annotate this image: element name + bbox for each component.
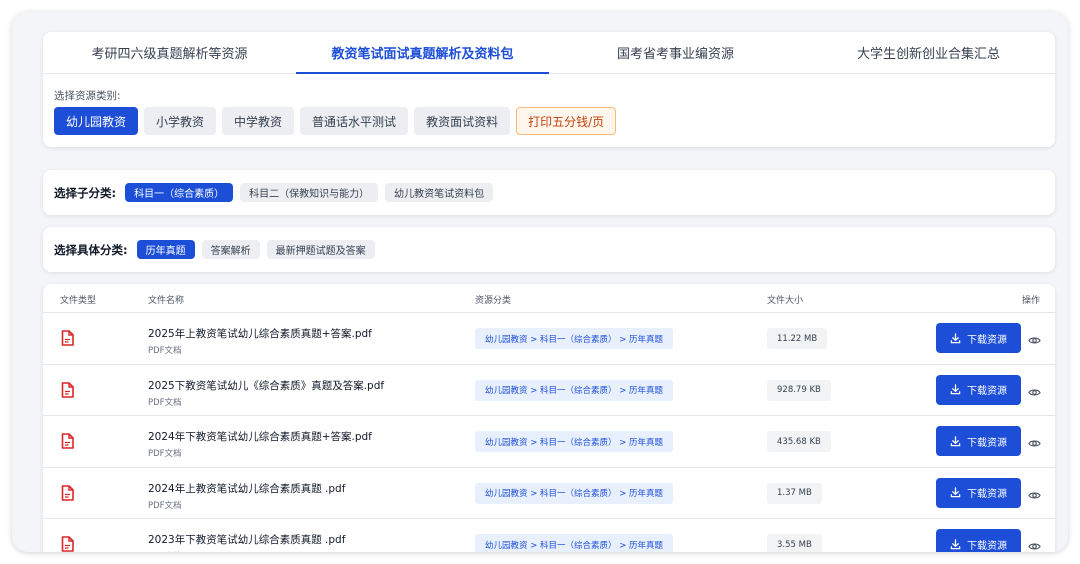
category-button-primary[interactable]: 小学教资 bbox=[144, 107, 217, 135]
file-name: 2023年下教资笔试幼儿综合素质真题 .pdf bbox=[148, 534, 346, 547]
table-row: 2023年下教资笔试幼儿综合素质真题 .pdf PDF文档 幼儿园教资 > 科目一（… bbox=[43, 519, 1055, 552]
tab-jiaozi[interactable]: 教资笔试面试真题解析及资料包 bbox=[296, 32, 549, 74]
specific-chip-past-papers[interactable]: 历年真题 bbox=[136, 240, 195, 259]
category-button-mandarin[interactable]: 普通话水平测试 bbox=[300, 107, 409, 135]
header-file-size: 文件大小 bbox=[767, 296, 804, 306]
file-name-cell: 2025下教资笔试幼儿《综合素质》真题及答案.pdf PDF文档 bbox=[148, 378, 384, 408]
download-button[interactable]: 下载资源 bbox=[936, 426, 1021, 457]
eye-icon[interactable] bbox=[1028, 538, 1041, 552]
specific-chip-answers[interactable]: 答案解析 bbox=[201, 240, 260, 259]
file-type-label: PDF文档 bbox=[148, 346, 182, 356]
file-name-cell: 2023年下教资笔试幼儿综合素质真题 .pdf PDF文档 bbox=[148, 532, 345, 552]
pdf-file-icon bbox=[61, 330, 74, 350]
download-label: 下载资源 bbox=[967, 437, 1007, 449]
table-header: 文件类型 文件名称 资源分类 文件大小 操作 bbox=[43, 284, 1055, 313]
subcategory-chip-subject2[interactable]: 科目二（保教知识与能力） bbox=[240, 183, 379, 202]
download-label: 下载资源 bbox=[967, 334, 1007, 346]
category-label: 选择资源类别: bbox=[54, 90, 121, 102]
category-path-badge: 幼儿园教资 > 科目一（综合素质） > 历年真题 bbox=[475, 482, 674, 504]
download-button[interactable]: 下载资源 bbox=[936, 323, 1021, 353]
header-file-name: 文件名称 bbox=[148, 296, 185, 306]
eye-icon[interactable] bbox=[1028, 435, 1041, 454]
resource-table: 文件类型 文件名称 资源分类 文件大小 操作 2025年上教资笔试幼儿综合素质真… bbox=[43, 284, 1055, 552]
specific-chip-predictions[interactable]: 最新押题试题及答案 bbox=[266, 240, 375, 259]
category-path-badge: 幼儿园教资 > 科目一（综合素质） > 历年真题 bbox=[475, 534, 674, 552]
specific-category-card: 选择具体分类: 历年真题 答案解析 最新押题试题及答案 bbox=[43, 227, 1055, 272]
download-label: 下载资源 bbox=[967, 540, 1007, 552]
file-type-label: PDF文档 bbox=[148, 449, 182, 460]
file-type-label: PDF文档 bbox=[148, 397, 182, 408]
file-size-badge: 1.37 MB bbox=[767, 482, 822, 504]
app-window: 考研四六级真题解析等资源 教资笔试面试真题解析及资料包 国考省考事业编资源 大学… bbox=[12, 12, 1068, 552]
table-row: 2025年上教资笔试幼儿综合素质真题+答案.pdf PDF文档 幼儿园教资 > 科目… bbox=[43, 313, 1055, 365]
category-path-badge: 幼儿园教资 > 科目一（综合素质） > 历年真题 bbox=[475, 431, 674, 453]
file-size-badge: 435.68 KB bbox=[767, 431, 831, 453]
header-file-type: 文件类型 bbox=[60, 296, 97, 306]
category-button-kindergarten[interactable]: 幼儿园教资 bbox=[54, 107, 139, 135]
pdf-file-icon bbox=[61, 536, 74, 552]
subcategory-card: 选择子分类: 科目一（综合素质） 科目二（保教知识与能力） 幼儿教资笔试资料包 bbox=[43, 170, 1055, 215]
file-name-cell: 2025年上教资笔试幼儿综合素质真题+答案.pdf PDF文档 bbox=[148, 326, 372, 356]
file-name-cell: 2024年上教资笔试幼儿综合素质真题 .pdf PDF文档 bbox=[148, 481, 345, 511]
category-path-badge: 幼儿园教资 > 科目一（综合素质） > 历年真题 bbox=[475, 328, 674, 349]
specific-category-label: 选择具体分类: bbox=[54, 242, 128, 257]
download-label: 下载资源 bbox=[967, 489, 1007, 501]
file-name-cell: 2024年下教资笔试幼儿综合素质真题+答案.pdf PDF文档 bbox=[148, 429, 372, 459]
category-path-badge: 幼儿园教资 > 科目一（综合素质） > 历年真题 bbox=[475, 379, 674, 401]
category-button-interview[interactable]: 教资面试资料 bbox=[414, 107, 511, 135]
pdf-file-icon bbox=[61, 381, 74, 402]
pdf-file-icon bbox=[61, 484, 74, 505]
file-size-badge: 928.79 KB bbox=[767, 379, 831, 401]
file-size-badge: 3.55 MB bbox=[767, 534, 822, 552]
download-icon bbox=[950, 332, 961, 344]
subcategory-chip-subject1[interactable]: 科目一（综合素质） bbox=[125, 183, 234, 202]
file-name: 2024年上教资笔试幼儿综合素质真题 .pdf bbox=[148, 482, 346, 495]
header-action: 操作 bbox=[1022, 296, 1041, 306]
eye-icon[interactable] bbox=[1028, 332, 1041, 351]
table-row: 2024年下教资笔试幼儿综合素质真题+答案.pdf PDF文档 幼儿园教资 > 科目… bbox=[43, 416, 1055, 468]
header-category: 资源分类 bbox=[475, 296, 512, 306]
subcategory-label: 选择子分类: bbox=[54, 185, 117, 200]
tab-chuangye[interactable]: 大学生创新创业合集汇总 bbox=[802, 32, 1055, 73]
tab-guokao[interactable]: 国考省考事业编资源 bbox=[549, 32, 802, 73]
download-icon bbox=[950, 384, 961, 395]
download-icon bbox=[950, 435, 961, 447]
category-buttons: 幼儿园教资 小学教资 中学教资 普通话水平测试 教资面试资料 打印五分钱/页 bbox=[54, 107, 617, 135]
download-icon bbox=[950, 487, 961, 498]
file-type-label: PDF文档 bbox=[148, 550, 345, 552]
print-service-button[interactable]: 打印五分钱/页 bbox=[516, 107, 617, 135]
download-icon bbox=[950, 539, 961, 550]
tab-kaoyan[interactable]: 考研四六级真题解析等资源 bbox=[43, 32, 296, 73]
category-button-middle[interactable]: 中学教资 bbox=[222, 107, 295, 135]
eye-icon[interactable] bbox=[1028, 384, 1041, 403]
table-row: 2024年上教资笔试幼儿综合素质真题 .pdf PDF文档 幼儿园教资 > 科目一（… bbox=[43, 468, 1055, 520]
table-body: 2025年上教资笔试幼儿综合素质真题+答案.pdf PDF文档 幼儿园教资 > 科目… bbox=[43, 313, 1055, 552]
main-tabs: 考研四六级真题解析等资源 教资笔试面试真题解析及资料包 国考省考事业编资源 大学… bbox=[43, 32, 1055, 74]
file-name: 2025下教资笔试幼儿《综合素质》真题及答案.pdf bbox=[148, 379, 385, 392]
file-name: 2024年下教资笔试幼儿综合素质真题+答案.pdf bbox=[148, 431, 372, 444]
file-type-label: PDF文档 bbox=[148, 500, 182, 511]
file-name: 2025年上教资笔试幼儿综合素质真题+答案.pdf bbox=[148, 328, 372, 340]
file-size-badge: 11.22 MB bbox=[767, 328, 828, 349]
subcategory-chip-package[interactable]: 幼儿教资笔试资料包 bbox=[385, 183, 494, 202]
resource-selector-card: 考研四六级真题解析等资源 教资笔试面试真题解析及资料包 国考省考事业编资源 大学… bbox=[43, 32, 1055, 147]
table-row: 2025下教资笔试幼儿《综合素质》真题及答案.pdf PDF文档 幼儿园教资 > 科… bbox=[43, 365, 1055, 417]
download-label: 下载资源 bbox=[967, 386, 1007, 398]
eye-icon[interactable] bbox=[1028, 487, 1041, 506]
download-button[interactable]: 下载资源 bbox=[936, 374, 1021, 405]
download-button[interactable]: 下载资源 bbox=[936, 529, 1021, 552]
download-button[interactable]: 下载资源 bbox=[936, 477, 1021, 508]
pdf-file-icon bbox=[61, 433, 74, 453]
